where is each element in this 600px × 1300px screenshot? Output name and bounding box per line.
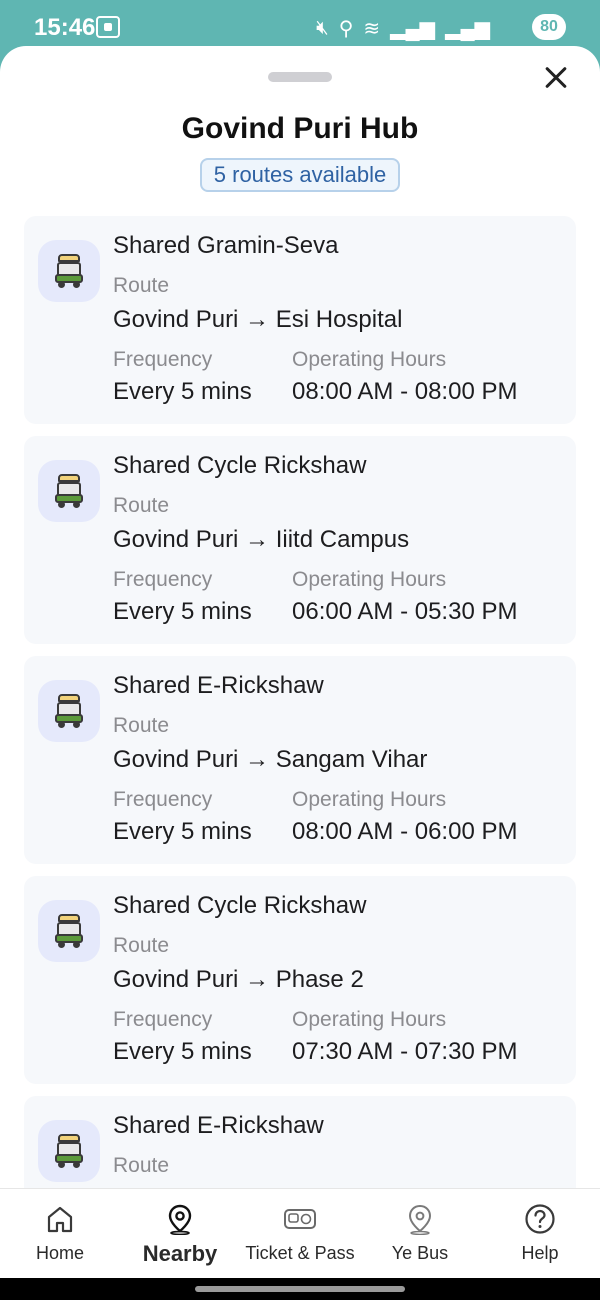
rickshaw-icon <box>38 1120 100 1182</box>
status-icons: 🔇︎ ⚲ ≋ ▂▄▆ ▂▄▆ <box>316 16 490 41</box>
frequency-label: Frequency <box>113 348 213 371</box>
drag-handle[interactable] <box>268 72 332 82</box>
vehicle-type: Shared Cycle Rickshaw <box>113 452 367 479</box>
status-time: 15:46 <box>34 14 96 41</box>
nav-nearby[interactable]: Nearby <box>120 1189 240 1279</box>
nav-help[interactable]: Help <box>480 1189 600 1279</box>
operating-hours-label: Operating Hours <box>292 788 447 811</box>
hub-bottom-sheet: Govind Puri Hub 5 routes available Share… <box>0 46 600 1300</box>
route-card[interactable]: Shared Gramin-Seva Route Govind Puri → E… <box>24 216 576 424</box>
rickshaw-icon <box>38 900 100 962</box>
bottom-nav: Home Nearby Ticket & Pass Ye Bus Help <box>0 1188 600 1278</box>
mute-icon: 🔇︎ <box>316 17 329 39</box>
battery-indicator: 80 <box>532 14 566 40</box>
screenshot-icon <box>96 16 120 38</box>
nav-label-ye-bus: Ye Bus <box>391 1243 449 1263</box>
rickshaw-icon <box>38 240 100 302</box>
operating-hours-value: 08:00 AM - 08:00 PM <box>292 378 518 405</box>
route-label: Route <box>113 494 170 517</box>
nav-label-nearby: Nearby <box>142 1241 218 1266</box>
frequency-value: Every 5 mins <box>113 598 252 625</box>
close-icon[interactable] <box>538 60 574 96</box>
route-list[interactable]: Shared Gramin-Seva Route Govind Puri → E… <box>0 216 600 1188</box>
rickshaw-icon <box>38 680 100 742</box>
route-label: Route <box>113 274 170 297</box>
frequency-label: Frequency <box>113 1008 213 1031</box>
operating-hours-value: 06:00 AM - 05:30 PM <box>292 598 518 625</box>
nav-home[interactable]: Home <box>0 1189 120 1279</box>
rickshaw-icon <box>38 460 100 522</box>
nav-label-home: Home <box>35 1243 84 1263</box>
operating-hours-label: Operating Hours <box>292 1008 447 1031</box>
hub-title: Govind Puri Hub <box>181 112 419 145</box>
wifi-icon: ≋ <box>363 18 381 40</box>
nav-ye-bus[interactable]: Ye Bus <box>360 1189 480 1279</box>
route-card[interactable]: Shared Cycle Rickshaw Route Govind Puri … <box>24 436 576 644</box>
vehicle-type: Shared Gramin-Seva <box>113 232 339 259</box>
route-label: Route <box>113 934 170 957</box>
gesture-bar[interactable] <box>195 1286 405 1292</box>
route-label: Route <box>113 714 170 737</box>
frequency-value: Every 5 mins <box>113 378 252 405</box>
route-card[interactable]: Shared Cycle Rickshaw Route Govind Puri … <box>24 876 576 1084</box>
bus-stop-icon <box>408 1204 432 1235</box>
gesture-area <box>0 1278 600 1300</box>
ticket-icon <box>284 1209 316 1229</box>
home-icon <box>47 1206 73 1233</box>
routes-count-badge: 5 routes available <box>200 158 400 192</box>
signal-icon: ▂▄▆ <box>445 18 490 40</box>
operating-hours-value: 08:00 AM - 06:00 PM <box>292 818 518 845</box>
route-card[interactable]: Shared E-Rickshaw Route Govind Puri → Sa… <box>24 656 576 864</box>
location-pin-icon <box>168 1204 192 1235</box>
help-icon <box>525 1204 555 1234</box>
location-icon: ⚲ <box>338 18 354 40</box>
operating-hours-label: Operating Hours <box>292 348 447 371</box>
operating-hours-label: Operating Hours <box>292 568 447 591</box>
signal-icon: ▂▄▆ <box>390 18 436 40</box>
nav-label-ticket-pass: Ticket & Pass <box>245 1243 355 1263</box>
frequency-value: Every 5 mins <box>113 1038 252 1065</box>
nav-ticket-pass[interactable]: Ticket & Pass <box>240 1189 360 1279</box>
route-value: Govind Puri → Iiitd Campus <box>113 526 410 553</box>
route-value: Govind Puri → Phase 2 <box>113 966 364 993</box>
vehicle-type: Shared E-Rickshaw <box>113 672 324 699</box>
operating-hours-value: 07:30 AM - 07:30 PM <box>292 1038 518 1065</box>
frequency-value: Every 5 mins <box>113 818 252 845</box>
vehicle-type: Shared E-Rickshaw <box>113 1112 324 1139</box>
route-value: Govind Puri → Esi Hospital <box>113 306 403 333</box>
frequency-label: Frequency <box>113 568 213 591</box>
vehicle-type: Shared Cycle Rickshaw <box>113 892 367 919</box>
route-card[interactable]: Shared E-Rickshaw Route <box>24 1096 576 1188</box>
route-value: Govind Puri → Sangam Vihar <box>113 746 428 773</box>
nav-label-help: Help <box>521 1243 559 1263</box>
frequency-label: Frequency <box>113 788 213 811</box>
route-label: Route <box>113 1154 170 1177</box>
